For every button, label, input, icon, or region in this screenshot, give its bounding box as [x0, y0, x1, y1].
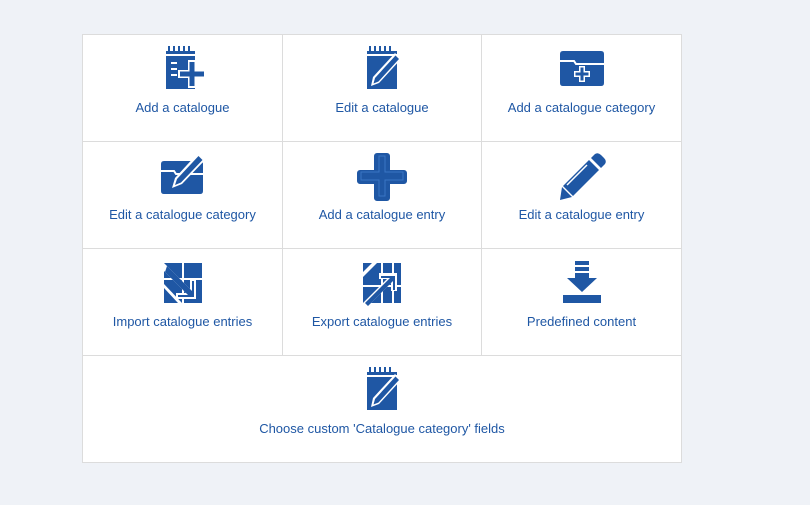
notepad-edit-icon: [357, 44, 407, 94]
tile-label: Add a catalogue category: [507, 100, 656, 115]
catalogue-actions-grid: Add a catalogue Edit a catalogue Add a c…: [82, 34, 682, 463]
import-catalogue-entries-tile[interactable]: Import catalogue entries: [83, 249, 283, 356]
tile-label: Export catalogue entries: [311, 314, 453, 329]
tile-label: Edit a catalogue entry: [518, 207, 645, 222]
tile-label: Import catalogue entries: [112, 314, 253, 329]
folder-add-icon: [557, 44, 607, 94]
notepad-add-icon: [158, 44, 208, 94]
plus-icon: [357, 151, 407, 201]
edit-catalogue-tile[interactable]: Edit a catalogue: [283, 35, 482, 142]
add-catalogue-category-tile[interactable]: Add a catalogue category: [482, 35, 681, 142]
pencil-icon: [557, 151, 607, 201]
edit-catalogue-entry-tile[interactable]: Edit a catalogue entry: [482, 142, 681, 249]
tile-label: Predefined content: [526, 314, 637, 329]
export-catalogue-entries-tile[interactable]: Export catalogue entries: [283, 249, 482, 356]
predefined-content-tile[interactable]: Predefined content: [482, 249, 681, 356]
add-catalogue-tile[interactable]: Add a catalogue: [83, 35, 283, 142]
notepad-edit-icon: [357, 365, 407, 415]
tile-label: Edit a catalogue category: [109, 207, 256, 222]
add-catalogue-entry-tile[interactable]: Add a catalogue entry: [283, 142, 482, 249]
import-icon: [158, 258, 208, 308]
export-icon: [357, 258, 407, 308]
tile-label: Choose custom 'Catalogue category' field…: [259, 421, 505, 436]
tile-label: Add a catalogue: [135, 100, 230, 115]
folder-edit-icon: [158, 151, 208, 201]
edit-catalogue-category-tile[interactable]: Edit a catalogue category: [83, 142, 283, 249]
download-icon: [557, 258, 607, 308]
tile-label: Add a catalogue entry: [318, 207, 446, 222]
tile-label: Edit a catalogue: [335, 100, 429, 115]
choose-custom-fields-tile[interactable]: Choose custom 'Catalogue category' field…: [83, 356, 681, 462]
